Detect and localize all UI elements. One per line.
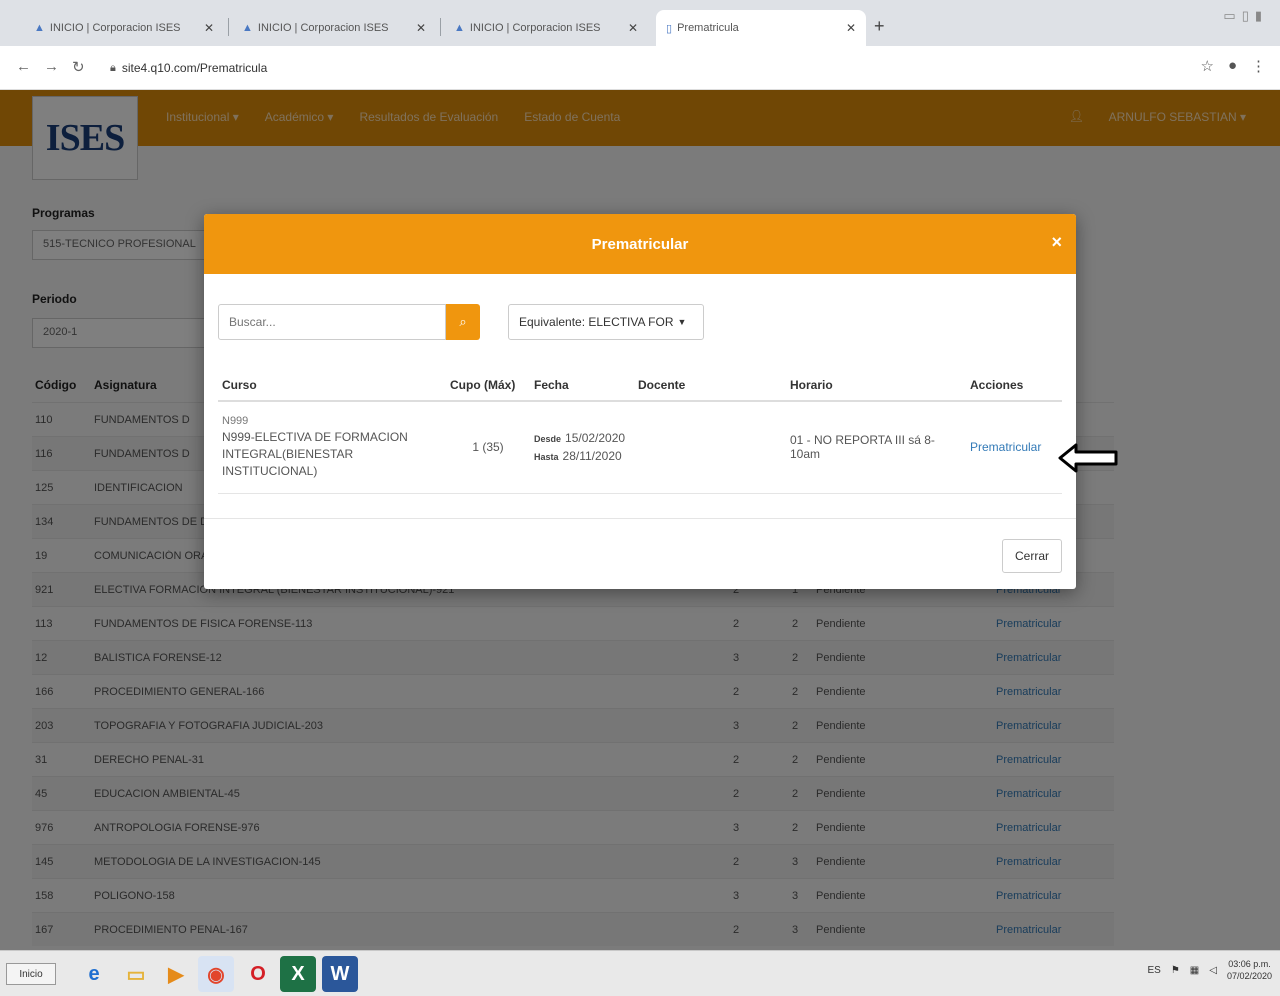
start-label: Inicio <box>19 968 43 980</box>
actions-cell: Prematricular <box>966 401 1062 494</box>
search-input[interactable] <box>218 304 446 340</box>
tab-title: INICIO | Corporacion ISES <box>469 22 601 34</box>
page-icon: ▯ <box>666 22 673 35</box>
caret-down-icon: ▼ <box>677 317 687 327</box>
word-icon[interactable]: W <box>322 956 358 992</box>
course-cell: N999 N999-ELECTIVA DE FORMACION INTEGRAL… <box>218 401 446 494</box>
folder-icon[interactable]: ▭ <box>118 956 154 992</box>
browser-tab-3[interactable]: ▲ INICIO | Corporacion ISES ✕ <box>444 10 648 46</box>
date-cell: Desde 15/02/2020 Hasta 28/11/2020 <box>530 401 634 494</box>
network-icon[interactable]: ▦ <box>1190 965 1199 976</box>
clock-date: 07/02/2020 <box>1226 970 1272 981</box>
course-name: N999-ELECTIVA DE FORMACION INTEGRAL(BIEN… <box>222 430 408 478</box>
profile-icon[interactable]: ● <box>1228 57 1237 75</box>
course-code: N999 <box>222 415 249 428</box>
course-table-header: Curso Cupo (Máx) Fecha Docente Horario A… <box>218 369 1062 402</box>
modal-title: Prematricular <box>591 235 689 253</box>
window-controls[interactable]: ▭▯▮ <box>1223 8 1268 24</box>
tab-separator <box>440 18 441 36</box>
close-icon[interactable]: ✕ <box>204 21 214 35</box>
lock-icon: 🔒︎ <box>110 61 116 74</box>
ises-icon: ▲ <box>454 22 465 34</box>
to-date: 28/11/2020 <box>562 449 622 464</box>
browser-tab-2[interactable]: ▲ INICIO | Corporacion ISES ✕ <box>232 10 436 46</box>
search-button[interactable]: ⌕ <box>446 304 480 340</box>
flag-icon[interactable]: ⚑ <box>1171 965 1180 976</box>
browser-tab-strip: ▲ INICIO | Corporacion ISES ✕ ▲ INICIO |… <box>0 0 1280 46</box>
modal-header: Prematricular × <box>204 214 1076 274</box>
search-group: ⌕ <box>218 304 480 340</box>
tab-title: INICIO | Corporacion ISES <box>257 22 389 34</box>
clock[interactable]: 03:06 p.m. 07/02/2020 <box>1227 959 1272 982</box>
browser-toolbar: ← → ↻ 🔒︎ site4.q10.com/Prematricula ☆ ● … <box>0 46 1280 90</box>
column-header-course: Curso <box>218 369 446 402</box>
column-header-actions: Acciones <box>966 369 1062 402</box>
prematricular-modal: Prematricular × ⌕ Equivalente: ELECTIVA … <box>204 214 1076 589</box>
close-icon[interactable]: ✕ <box>628 21 638 35</box>
arrow-left-icon <box>1058 443 1118 473</box>
close-icon[interactable]: ✕ <box>416 21 426 35</box>
chrome-icon[interactable]: ◉ <box>198 956 234 992</box>
address-bar[interactable]: 🔒︎ site4.q10.com/Prematricula <box>110 56 1170 80</box>
forward-arrow-icon[interactable]: → <box>44 58 59 75</box>
os-taskbar: Inicio e ▭ ▶ ◉ O X W ES ⚑ ▦ ◁ 03:06 p.m.… <box>0 950 1280 996</box>
to-label: Hasta <box>534 452 559 463</box>
ises-icon: ▲ <box>242 22 253 34</box>
column-header-capacity: Cupo (Máx) <box>446 369 530 402</box>
system-tray: ES ⚑ ▦ ◁ 03:06 p.m. 07/02/2020 <box>1147 959 1272 982</box>
excel-icon[interactable]: X <box>280 956 316 992</box>
ises-icon: ▲ <box>34 22 45 34</box>
start-button[interactable]: Inicio <box>6 963 56 985</box>
column-header-schedule: Horario <box>786 369 966 402</box>
new-tab-icon[interactable]: + <box>874 16 885 37</box>
page-content: Institucional ▾ Académico ▾ Resultados d… <box>0 90 1280 950</box>
modal-footer: Cerrar <box>204 518 1076 589</box>
back-arrow-icon[interactable]: ← <box>16 58 31 75</box>
language-indicator[interactable]: ES <box>1147 965 1160 976</box>
url-text: site4.q10.com/Prematricula <box>121 61 268 75</box>
teacher-cell <box>634 401 786 494</box>
close-icon[interactable]: ✕ <box>846 21 856 35</box>
tab-separator <box>228 18 229 36</box>
schedule-cell: 01 - NO REPORTA III sá 8-10am <box>786 401 966 494</box>
opera-icon[interactable]: O <box>240 956 276 992</box>
media-player-icon[interactable]: ▶ <box>158 956 194 992</box>
capacity-cell: 1 (35) <box>446 401 530 494</box>
search-icon: ⌕ <box>459 314 467 329</box>
star-icon[interactable]: ☆ <box>1200 57 1213 75</box>
tab-title: Prematricula <box>677 22 739 34</box>
from-label: Desde <box>534 434 562 445</box>
reload-icon[interactable]: ↻ <box>72 58 85 76</box>
column-header-teacher: Docente <box>634 369 786 402</box>
from-date: 15/02/2020 <box>565 431 626 446</box>
course-table: Curso Cupo (Máx) Fecha Docente Horario A… <box>218 369 1062 494</box>
close-button[interactable]: Cerrar <box>1001 539 1062 573</box>
menu-icon[interactable]: ⋮ <box>1251 57 1266 75</box>
equivalence-label: Equivalente: ELECTIVA FOR <box>519 315 674 329</box>
browser-tab-1[interactable]: ▲ INICIO | Corporacion ISES ✕ <box>24 10 224 46</box>
clock-time: 03:06 p.m. <box>1228 959 1271 969</box>
internet-explorer-icon[interactable]: e <box>76 956 112 992</box>
column-header-date: Fecha <box>530 369 634 402</box>
browser-tab-active[interactable]: ▯ Prematricula ✕ <box>656 10 866 46</box>
volume-icon[interactable]: ◁ <box>1209 965 1217 976</box>
prematricular-link[interactable]: Prematricular <box>970 440 1041 454</box>
course-row: N999 N999-ELECTIVA DE FORMACION INTEGRAL… <box>218 401 1062 494</box>
tab-title: INICIO | Corporacion ISES <box>49 22 181 34</box>
close-icon[interactable]: × <box>1051 232 1062 253</box>
equivalence-dropdown[interactable]: Equivalente: ELECTIVA FOR ▼ <box>508 304 704 340</box>
